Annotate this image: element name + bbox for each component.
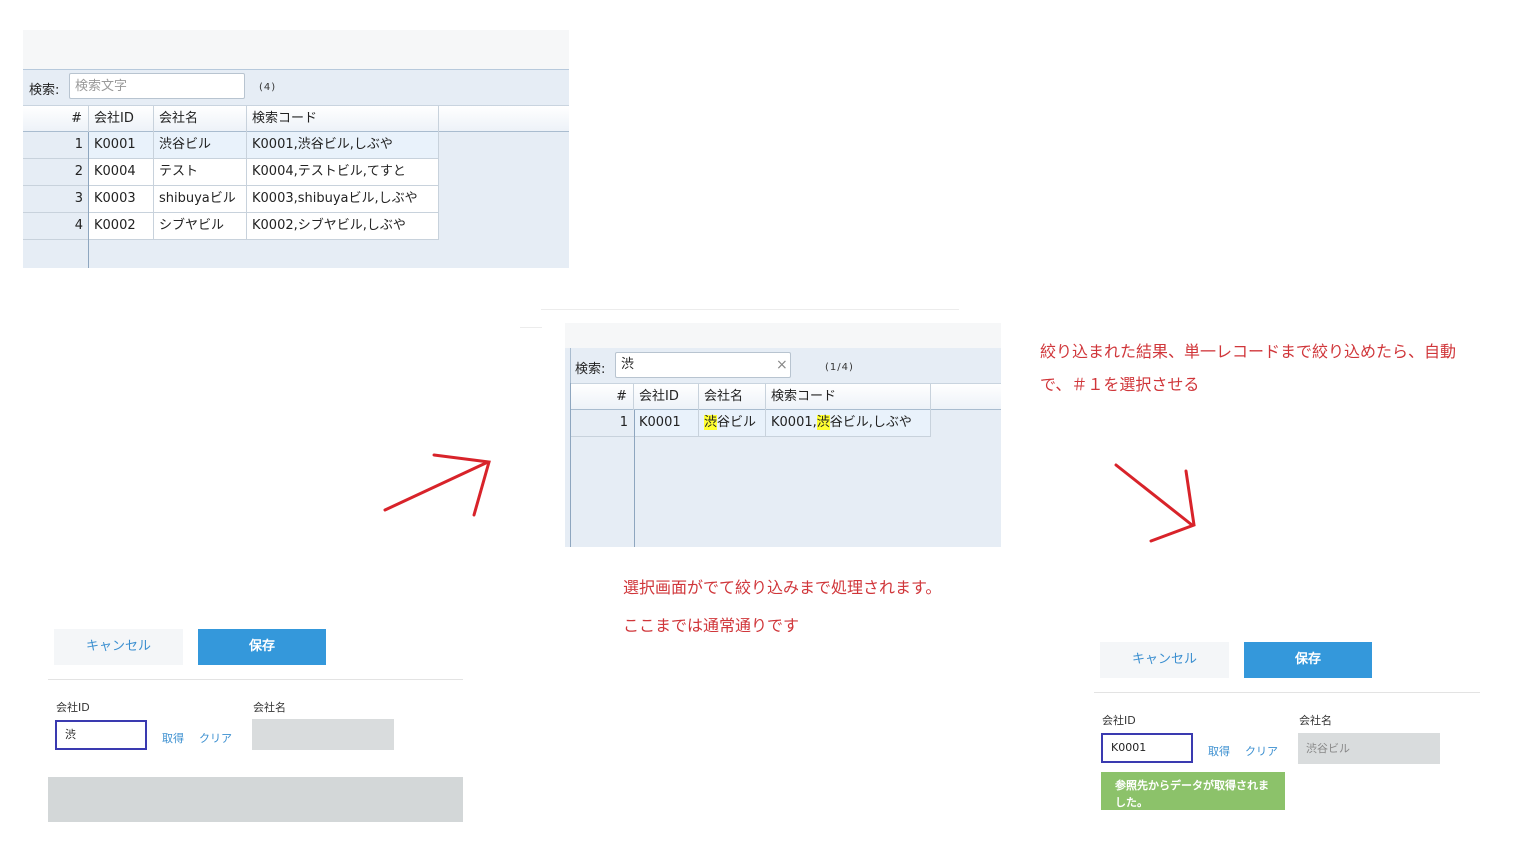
- arrow-down-right-icon: [1114, 463, 1196, 543]
- annotation-arrows: [383, 453, 1196, 543]
- arrow-up-right-icon: [383, 453, 491, 517]
